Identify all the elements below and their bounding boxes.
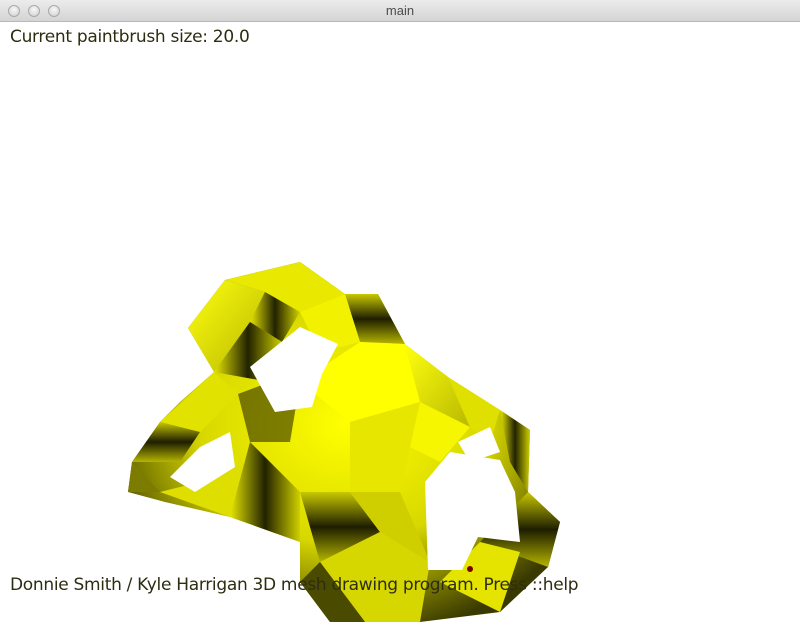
footer-credits: Donnie Smith / Kyle Harrigan 3D mesh dra… bbox=[10, 575, 579, 595]
paint-cursor bbox=[467, 566, 473, 572]
title-bar[interactable]: main bbox=[0, 0, 800, 22]
app-window: main Current paintbrush size: 20.0 Donni… bbox=[0, 0, 800, 622]
window-title: main bbox=[385, 3, 415, 18]
drawing-canvas[interactable]: Current paintbrush size: 20.0 Donnie Smi… bbox=[0, 22, 800, 622]
brush-size-status: Current paintbrush size: 20.0 bbox=[10, 27, 250, 47]
mesh-3d-render[interactable] bbox=[0, 22, 800, 622]
